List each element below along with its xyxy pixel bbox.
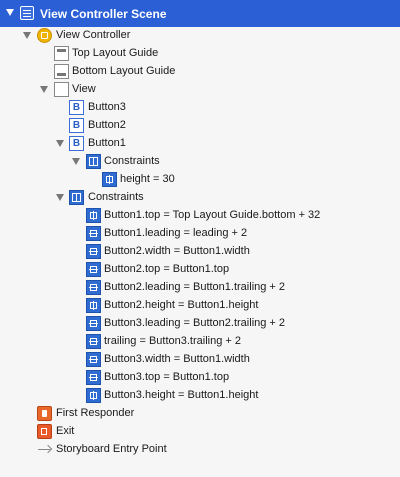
layout-guide-icon [54,64,69,79]
outline-item-constraint[interactable]: Button3.leading = Button2.trailing + 2 [0,315,400,333]
outline-item-view[interactable]: View [0,81,400,99]
constraint-icon [86,244,101,259]
outline-item-label: View Controller [56,29,131,41]
disclosure-triangle-icon[interactable] [23,32,31,39]
outline-item-exit[interactable]: Exit [0,423,400,441]
constraint-icon [86,370,101,385]
outline-item-constraint[interactable]: Button3.height = Button1.height [0,387,400,405]
outline-item-label: Button3.width = Button1.width [104,353,250,365]
scene-title: View Controller Scene [40,7,167,21]
constraint-icon [86,352,101,367]
outline-item-constraint[interactable]: Button1.leading = leading + 2 [0,225,400,243]
scene-icon [20,6,34,20]
outline-item-label: Button1 [88,137,126,149]
outline-item-first-responder[interactable]: First Responder [0,405,400,423]
outline-item-button2[interactable]: B Button2 [0,117,400,135]
outline-item-constraint[interactable]: Button1.top = Top Layout Guide.bottom + … [0,207,400,225]
outline-item-label: Constraints [104,155,160,167]
outline-item-button3[interactable]: B Button3 [0,99,400,117]
outline-item-constraint[interactable]: Button2.top = Button1.top [0,261,400,279]
outline-item-label: Button2.height = Button1.height [104,299,259,311]
first-responder-icon [37,406,52,421]
disclosure-triangle-icon[interactable] [56,140,64,147]
outline-item-view-constraints[interactable]: Constraints [0,189,400,207]
constraint-icon [86,316,101,331]
button-icon: B [69,136,84,151]
outline-item-label: Button1.top = Top Layout Guide.bottom + … [104,209,321,221]
outline-item-view-controller[interactable]: View Controller [0,27,400,45]
disclosure-triangle-icon[interactable] [72,158,80,165]
outline-item-label: Top Layout Guide [72,47,159,59]
disclosure-triangle-icon[interactable] [6,9,14,16]
outline-item-height-constraint[interactable]: height = 30 [0,171,400,189]
constraints-icon [86,154,101,169]
outline-item-constraint[interactable]: Button2.height = Button1.height [0,297,400,315]
constraint-icon [86,298,101,313]
view-icon [54,82,69,97]
constraint-icon [86,280,101,295]
outline-item-top-layout-guide[interactable]: Top Layout Guide [0,45,400,63]
disclosure-triangle-icon[interactable] [40,86,48,93]
disclosure-triangle-icon[interactable] [56,194,64,201]
scene-header[interactable]: View Controller Scene [0,0,400,27]
outline-item-storyboard-entry-point[interactable]: Storyboard Entry Point [0,441,400,459]
outline-item-constraint[interactable]: trailing = Button3.trailing + 2 [0,333,400,351]
outline-item-label: Button1.leading = leading + 2 [104,227,248,239]
outline-item-label: First Responder [56,407,135,419]
constraint-icon [86,208,101,223]
outline-item-label: Button2 [88,119,126,131]
outline-item-button1[interactable]: B Button1 [0,135,400,153]
outline-item-label: Button3.height = Button1.height [104,389,259,401]
constraints-icon [69,190,84,205]
exit-icon [37,424,52,439]
outline-item-constraint[interactable]: Button3.width = Button1.width [0,351,400,369]
constraint-icon [86,388,101,403]
outline-item-label: Storyboard Entry Point [56,443,167,455]
document-outline: View Controller Scene View Controller To… [0,0,400,477]
view-controller-icon [37,28,52,43]
outline-item-label: Button2.top = Button1.top [104,263,230,275]
outline-item-label: Exit [56,425,75,437]
outline-item-label: Button2.width = Button1.width [104,245,250,257]
outline-item-label: View [72,83,96,95]
button-icon: B [69,118,84,133]
outline-item-label: Button3.leading = Button2.trailing + 2 [104,317,286,329]
outline-item-label: Bottom Layout Guide [72,65,176,77]
outline-item-label: trailing = Button3.trailing + 2 [104,335,241,347]
outline-item-button1-constraints[interactable]: Constraints [0,153,400,171]
outline-item-label: Button2.leading = Button1.trailing + 2 [104,281,286,293]
constraint-icon [102,172,117,187]
button-icon: B [69,100,84,115]
constraint-icon [86,226,101,241]
constraint-icon [86,334,101,349]
outline-item-constraint[interactable]: Button3.top = Button1.top [0,369,400,387]
constraint-icon [86,262,101,277]
outline-item-label: Button3 [88,101,126,113]
arrow-right-icon [37,442,52,457]
layout-guide-icon [54,46,69,61]
outline-item-label: height = 30 [120,173,175,185]
outline-item-label: Constraints [88,191,144,203]
outline-item-constraint[interactable]: Button2.width = Button1.width [0,243,400,261]
outline-item-constraint[interactable]: Button2.leading = Button1.trailing + 2 [0,279,400,297]
outline-item-bottom-layout-guide[interactable]: Bottom Layout Guide [0,63,400,81]
outline-item-label: Button3.top = Button1.top [104,371,230,383]
